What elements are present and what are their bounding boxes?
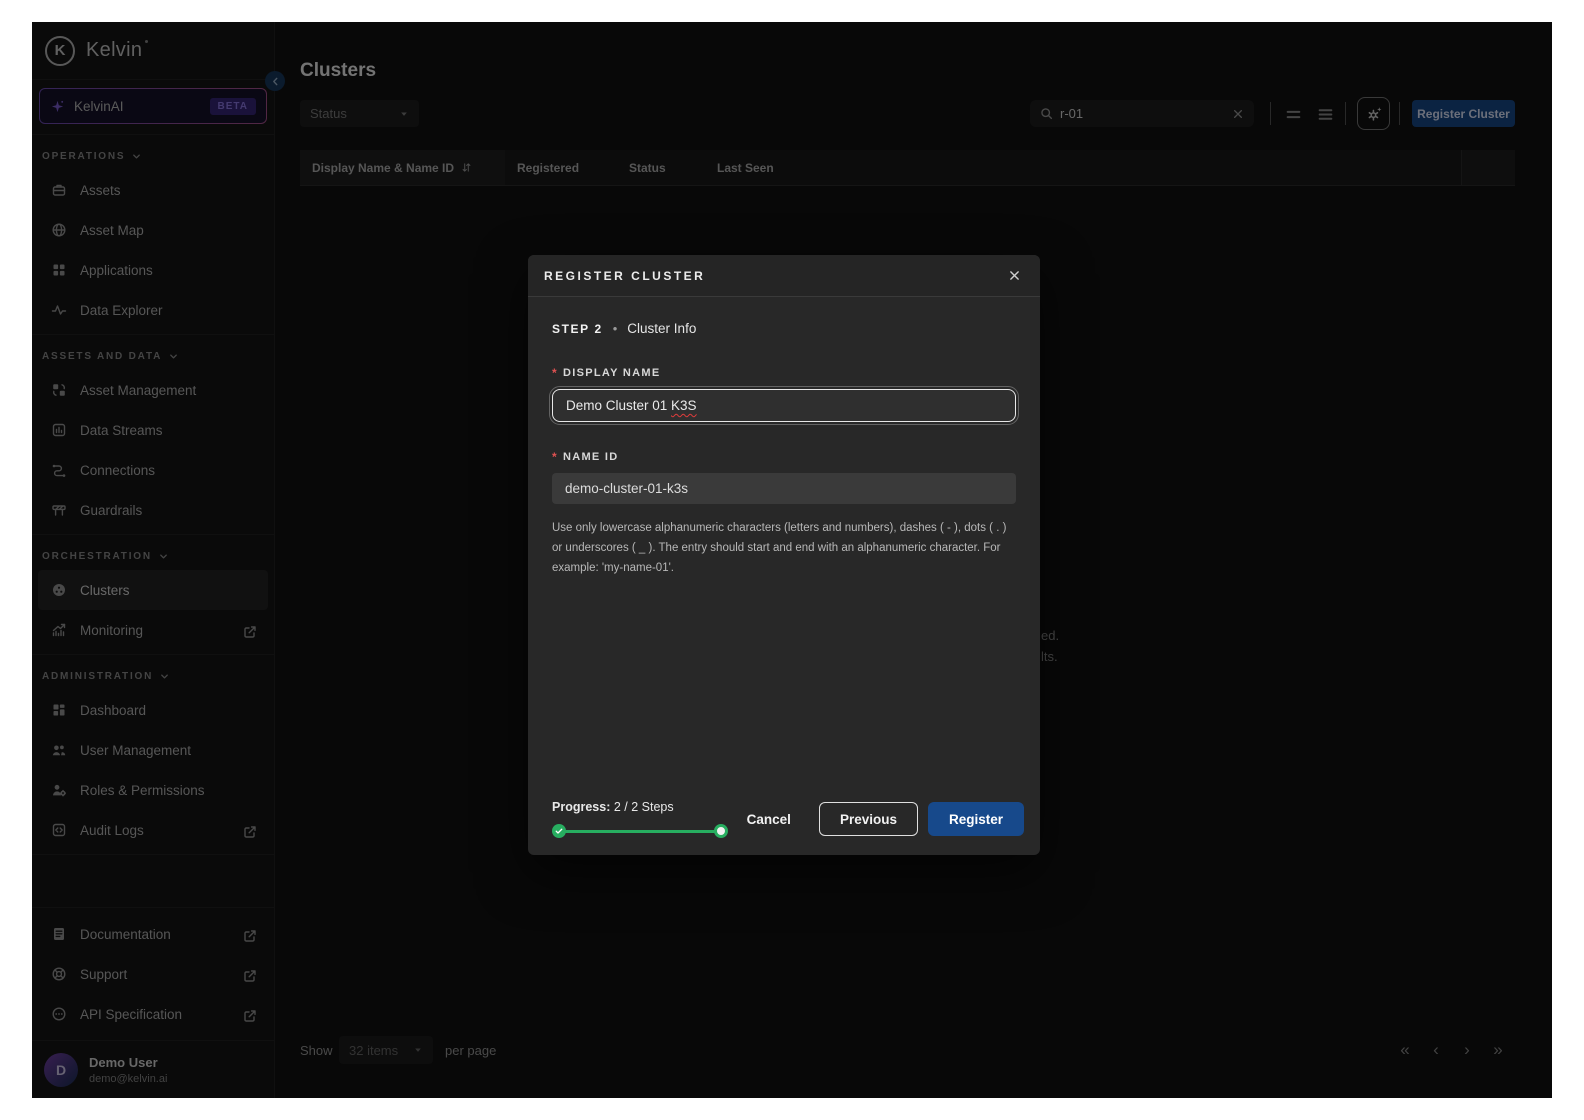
progress-step-2-current [714,824,728,838]
progress-text: Progress: 2 / 2 Steps [552,800,729,814]
progress: Progress: 2 / 2 Steps [552,800,729,838]
modal-footer: Progress: 2 / 2 Steps Cancel Previous Re… [528,783,1040,855]
progress-track [558,830,722,833]
register-cluster-modal: REGISTER CLUSTER STEP 2 • Cluster Info *… [528,255,1040,855]
modal-title: REGISTER CLUSTER [544,269,1004,283]
progress-step-1-complete [552,824,566,838]
step-indicator: STEP 2 • Cluster Info [552,321,1016,336]
step-label: STEP 2 [552,322,603,336]
required-asterisk: * [552,450,558,464]
page: K Kelvin KelvinAI BETA OPERATIONSAssetsA… [0,0,1584,1120]
app-window: K Kelvin KelvinAI BETA OPERATIONSAssetsA… [32,22,1552,1098]
step-name: Cluster Info [627,321,696,336]
check-icon [555,827,563,835]
register-button[interactable]: Register [928,802,1024,836]
display-name-label: * DISPLAY NAME [552,366,1016,380]
previous-button[interactable]: Previous [819,802,918,836]
name-id-help-text: Use only lowercase alphanumeric characte… [552,518,1014,578]
modal-body: STEP 2 • Cluster Info * DISPLAY NAME Dem… [528,297,1040,783]
modal-close-button[interactable] [1004,266,1024,286]
cancel-button[interactable]: Cancel [729,802,809,836]
display-name-misspelled: K3S [671,398,697,413]
modal-header: REGISTER CLUSTER [528,255,1040,297]
close-icon [1008,269,1021,282]
step-separator: • [613,321,618,336]
name-id-value: demo-cluster-01-k3s [565,481,688,496]
progress-bar [552,824,728,838]
modal-actions: Cancel Previous Register [729,802,1024,836]
display-name-value: Demo Cluster 01 [566,398,671,413]
name-id-label: * NAME ID [552,450,1016,464]
display-name-input[interactable]: Demo Cluster 01 K3S [552,389,1016,422]
required-asterisk: * [552,366,558,380]
name-id-input[interactable]: demo-cluster-01-k3s [552,473,1016,504]
